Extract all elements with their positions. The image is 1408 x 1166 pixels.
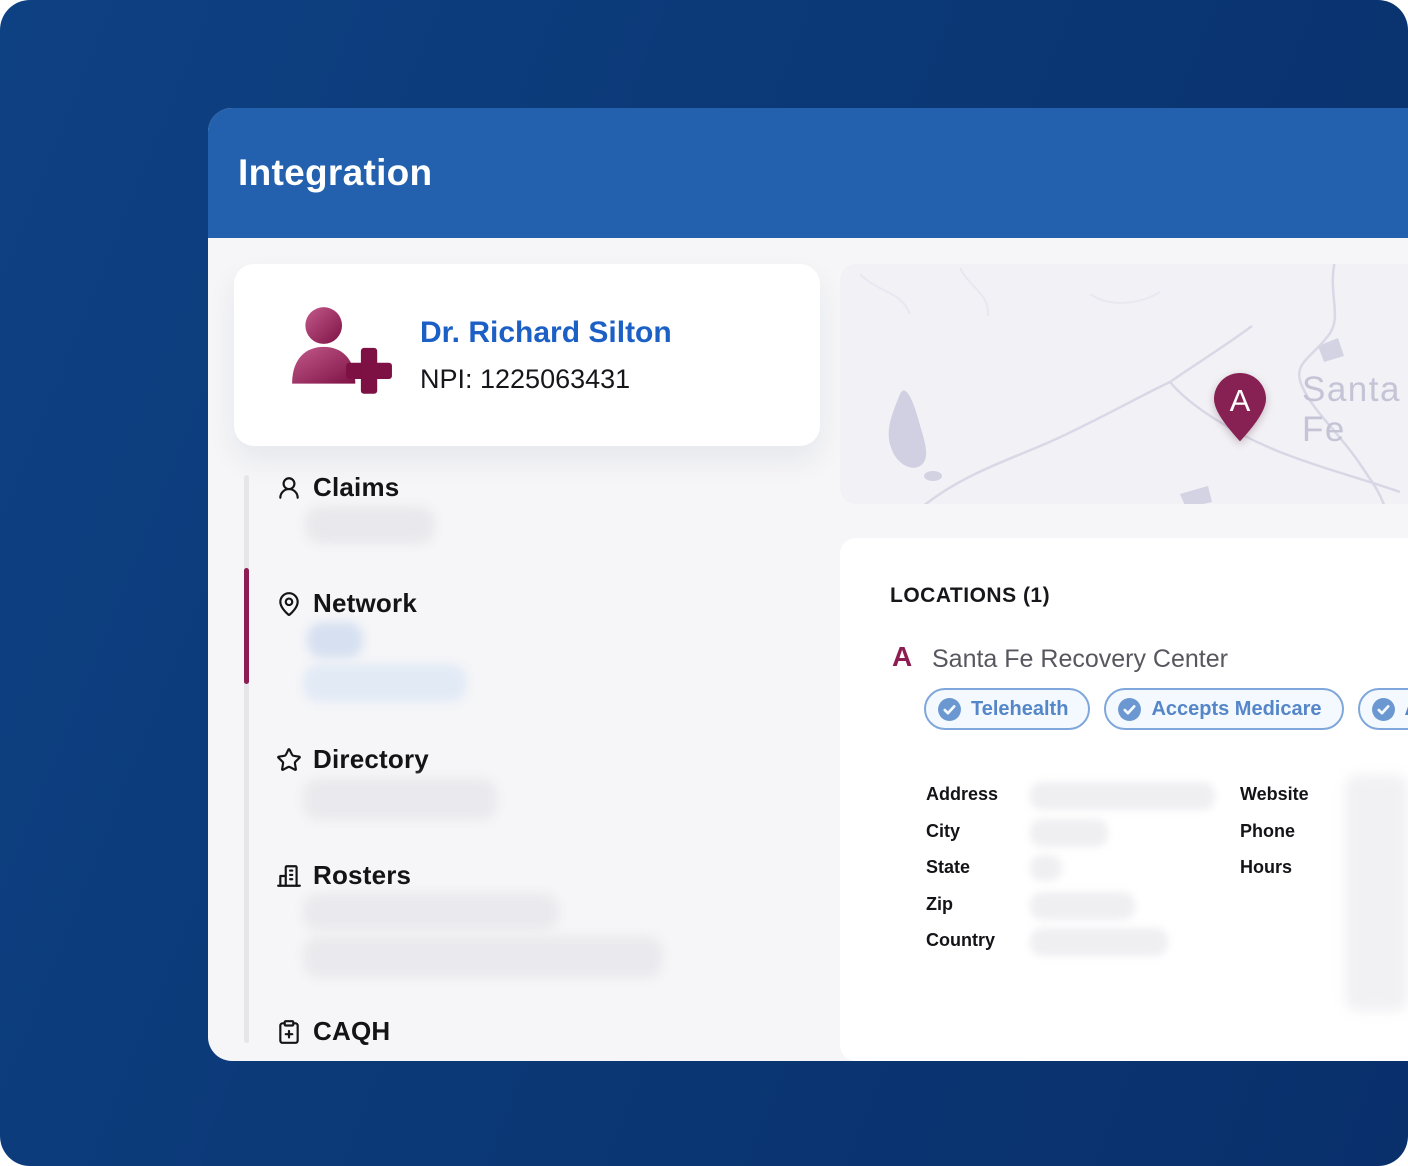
map-preview: Santa Fe A xyxy=(840,264,1408,504)
redacted-network-value xyxy=(307,622,363,658)
detail-label-city: City xyxy=(926,821,961,841)
sidebar-rail xyxy=(244,475,249,1043)
sidebar-item-label: Claims xyxy=(313,472,400,502)
sidebar-item-caqh[interactable]: CAQH xyxy=(276,1016,390,1047)
redacted-rosters-value-1 xyxy=(303,893,559,931)
badge-accepting-new: Accepting Ne xyxy=(1357,688,1408,730)
check-circle-icon xyxy=(938,697,961,721)
redacted-claims-value xyxy=(305,506,435,544)
map-marker-letter: A xyxy=(1230,383,1251,418)
map-lake xyxy=(888,390,927,468)
detail-label-country: Country xyxy=(926,930,995,950)
redacted-country-value xyxy=(1030,928,1168,956)
sidebar-item-label: CAQH xyxy=(313,1016,391,1046)
provider-name-link[interactable]: Dr. Richard Silton xyxy=(420,316,672,350)
redacted-rosters-value-2 xyxy=(303,936,663,978)
locations-header: LOCATIONS (1) xyxy=(890,584,1051,607)
detail-label-hours: Hours xyxy=(1240,857,1293,877)
location-name: Santa Fe Recovery Center xyxy=(932,645,1228,673)
location-marker-letter: A xyxy=(892,641,913,672)
redacted-network-link xyxy=(303,664,467,702)
badge-accepts-medicare: Accepts Medicare xyxy=(1104,688,1344,730)
provider-npi: NPI: 1225063431 xyxy=(420,364,631,394)
map-marker-a-icon: A xyxy=(1214,373,1266,442)
redacted-directory-value xyxy=(303,778,497,820)
screen-background: Integration Dr. Richard Silton NPI: 1225… xyxy=(0,0,1408,1166)
redacted-zip-value xyxy=(1030,892,1135,920)
detail-label-phone: Phone xyxy=(1240,821,1296,841)
app-window: Integration Dr. Richard Silton NPI: 1225… xyxy=(208,108,1408,1061)
badge-label: Accepting Ne xyxy=(1405,698,1408,721)
map-place-label: Santa Fe xyxy=(1302,370,1401,449)
star-icon xyxy=(277,747,301,771)
sidebar-item-label: Network xyxy=(313,588,417,618)
badge-label: Accepts Medicare xyxy=(1151,697,1322,720)
detail-label-state: State xyxy=(926,857,971,877)
detail-label-zip: Zip xyxy=(926,894,953,914)
building-icon xyxy=(277,864,301,887)
badge-telehealth: Telehealth xyxy=(924,688,1091,730)
redacted-contact-values xyxy=(1345,775,1408,1011)
map-pin-icon xyxy=(279,591,299,616)
locations-card: LOCATIONS (1) A Santa Fe Recovery Center… xyxy=(840,538,1408,1061)
check-circle-icon xyxy=(1371,697,1395,721)
page-title: Integration xyxy=(238,152,433,193)
sidebar-item-label: Rosters xyxy=(313,860,412,890)
clipboard-plus-icon xyxy=(279,1019,299,1044)
provider-card: Dr. Richard Silton NPI: 1225063431 xyxy=(234,264,820,446)
sidebar-item-claims[interactable]: Claims xyxy=(276,472,399,503)
location-badges: Telehealth Accepts Medicare Accepting Ne xyxy=(924,688,1408,730)
app-header: Integration xyxy=(208,108,1408,238)
sidebar-item-network[interactable]: Network xyxy=(276,588,417,619)
sidebar-item-directory[interactable]: Directory xyxy=(276,744,429,775)
check-circle-icon xyxy=(1118,697,1142,721)
detail-label-website: Website xyxy=(1240,784,1309,804)
user-icon xyxy=(279,476,299,499)
sidebar-item-rosters[interactable]: Rosters xyxy=(276,860,411,891)
redacted-address-value xyxy=(1030,782,1215,810)
redacted-state-value xyxy=(1030,855,1062,881)
sidebar-active-indicator xyxy=(244,568,249,684)
sidebar-item-label: Directory xyxy=(313,744,429,774)
person-plus-icon xyxy=(292,307,392,394)
badge-label: Telehealth xyxy=(971,697,1069,720)
detail-label-address: Address xyxy=(926,784,999,804)
redacted-city-value xyxy=(1030,819,1108,847)
